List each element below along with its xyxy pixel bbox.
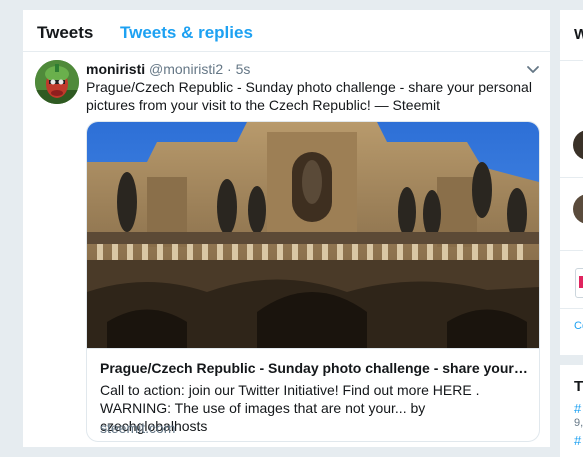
chevron-down-icon[interactable] [525, 62, 541, 76]
header-separator: · [227, 61, 232, 77]
tweet-author-name[interactable]: moniristi [86, 61, 145, 77]
timeline-panel: Tweets Tweets & replies moniristi @monir… [23, 10, 550, 447]
timeline-tabs: Tweets Tweets & replies [23, 10, 550, 52]
card-body[interactable]: Prague/Czech Republic - Sunday photo cha… [87, 348, 539, 441]
tweet-header: moniristi @moniristi2 · 5s [86, 60, 526, 78]
divider [560, 250, 583, 251]
trend-hashtag[interactable]: # [574, 401, 581, 416]
top-strip [0, 0, 583, 10]
right-sidebar: W Co T # 9, # [560, 10, 583, 457]
connect-link[interactable]: Co [574, 320, 583, 332]
who-to-follow-heading: W [574, 26, 583, 43]
card-title[interactable]: Prague/Czech Republic - Sunday photo cha… [100, 359, 528, 377]
tab-tweets-and-replies[interactable]: Tweets & replies [120, 23, 253, 43]
trend-hashtag[interactable]: # [574, 433, 581, 448]
gmail-icon[interactable] [575, 268, 583, 298]
suggested-user-avatar[interactable] [573, 194, 583, 224]
tab-tweets[interactable]: Tweets [37, 23, 93, 43]
divider [560, 308, 583, 309]
card-domain[interactable]: steemit.com [100, 419, 175, 437]
avatar[interactable] [35, 60, 79, 104]
who-to-follow-panel: W Co [560, 10, 583, 355]
divider [560, 177, 583, 178]
card-image[interactable] [87, 122, 539, 348]
trends-heading: T [574, 378, 583, 395]
divider [560, 60, 583, 61]
tweet-timestamp[interactable]: 5s [236, 61, 251, 77]
tweet[interactable]: moniristi @moniristi2 · 5s Prague/Czech … [23, 52, 550, 447]
trends-panel: T # 9, # [560, 365, 583, 457]
tweet-author-handle[interactable]: @moniristi2 [149, 61, 223, 77]
link-card[interactable]: Prague/Czech Republic - Sunday photo cha… [86, 121, 540, 442]
suggested-user-avatar[interactable] [573, 130, 583, 160]
trend-count: 9, [574, 417, 583, 429]
tweet-text: Prague/Czech Republic - Sunday photo cha… [86, 79, 532, 113]
